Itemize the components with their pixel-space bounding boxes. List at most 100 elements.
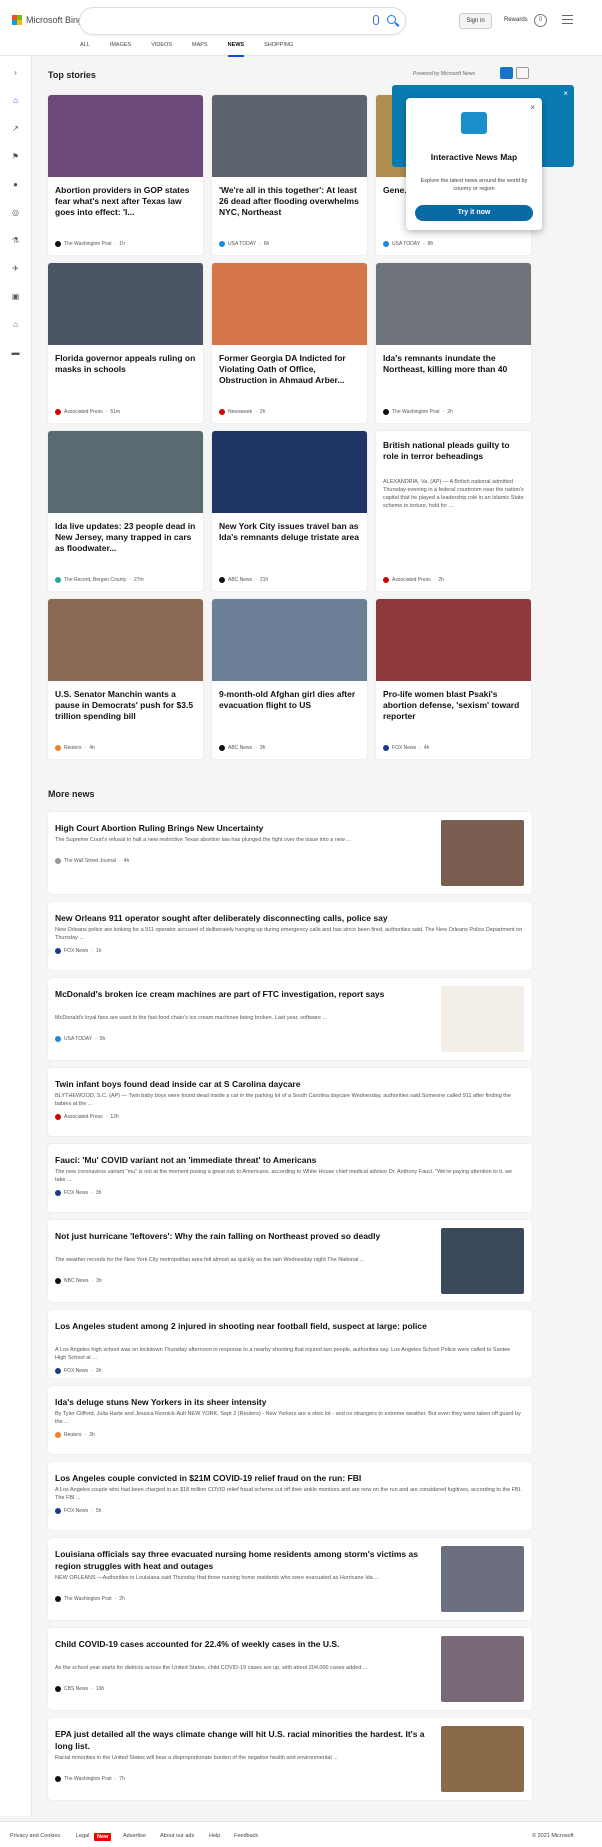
news-thumbnail[interactable] [441, 986, 524, 1052]
story-card[interactable]: Abortion providers in GOP states fear wh… [48, 95, 203, 255]
story-title[interactable]: 9-month-old Afghan girl dies after evacu… [219, 689, 361, 711]
story-title[interactable]: New York City issues travel ban as Ida's… [219, 521, 361, 543]
more-news-heading: More news [48, 789, 95, 799]
tab-shopping[interactable]: SHOPPING [264, 40, 293, 50]
technology-icon[interactable]: ✈ [11, 264, 20, 273]
news-list-item[interactable]: Louisiana officials say three evacuated … [48, 1538, 532, 1620]
rewards-medal-icon[interactable]: 0 [534, 14, 547, 27]
tab-videos[interactable]: VIDEOS [151, 40, 172, 50]
source-name: The Washington Post [64, 1776, 112, 1782]
story-title[interactable]: Former Georgia DA Indicted for Violating… [219, 353, 361, 386]
news-list-item[interactable]: Los Angeles student among 2 injured in s… [48, 1310, 532, 1378]
story-card[interactable]: Pro-life women blast Psaki's abortion de… [376, 599, 531, 759]
politics-icon[interactable]: ⌂ [11, 320, 20, 329]
feedback-link[interactable]: Feedback [234, 1833, 258, 1839]
story-title[interactable]: U.S. Senator Manchin wants a pause in De… [55, 689, 197, 722]
science-icon[interactable]: ⚗ [11, 236, 20, 245]
advertise-link[interactable]: Advertise [123, 1833, 146, 1839]
story-title[interactable]: Pro-life women blast Psaki's abortion de… [383, 689, 525, 722]
news-title[interactable]: Twin infant boys found dead inside car a… [55, 1078, 523, 1090]
source-time: 3h [89, 1432, 95, 1438]
news-title[interactable]: Fauci: 'Mu' COVID variant not an 'immedi… [55, 1154, 523, 1166]
try-it-now-button[interactable]: Try it now [415, 205, 533, 221]
search-input[interactable] [80, 8, 405, 34]
news-title[interactable]: Los Angeles student among 2 injured in s… [55, 1320, 523, 1332]
news-thumbnail[interactable] [441, 820, 524, 886]
source-time: 6h [263, 241, 270, 247]
sign-in-button[interactable]: Sign in [459, 13, 492, 29]
news-source: CBS News · 10h [55, 1686, 104, 1692]
grid-view-icon[interactable] [500, 67, 513, 79]
money-icon[interactable]: ▬ [11, 348, 20, 357]
map-view-icon[interactable] [516, 67, 529, 79]
story-title[interactable]: 'We're all in this together': At least 2… [219, 185, 361, 218]
bing-logo[interactable]: Microsoft Bing [12, 15, 83, 25]
world-icon[interactable]: ◎ [11, 208, 20, 217]
news-list-item[interactable]: McDonald's broken ice cream machines are… [48, 978, 532, 1060]
news-title[interactable]: Ida's deluge stuns New Yorkers in its sh… [55, 1396, 523, 1408]
news-title[interactable]: McDonald's broken ice cream machines are… [55, 988, 425, 1000]
news-list-item[interactable]: EPA just detailed all the ways climate c… [48, 1718, 532, 1800]
story-card[interactable]: Ida live updates: 23 people dead in New … [48, 431, 203, 591]
tab-all[interactable]: ALL [80, 40, 90, 50]
flag-icon[interactable]: ⚑ [11, 152, 20, 161]
publisher-logo-icon [55, 1368, 61, 1374]
news-list-item[interactable]: Fauci: 'Mu' COVID variant not an 'immedi… [48, 1144, 532, 1212]
news-thumbnail[interactable] [441, 1726, 524, 1792]
news-title[interactable]: High Court Abortion Ruling Brings New Un… [55, 822, 425, 834]
story-card[interactable]: New York City issues travel ban as Ida's… [212, 431, 367, 591]
close-promo-icon[interactable]: × [563, 89, 568, 98]
rewards-link[interactable]: Rewards [504, 17, 528, 23]
help-link[interactable]: Help [209, 1833, 220, 1839]
trending-icon[interactable]: ↗ [11, 124, 20, 133]
story-card[interactable]: Former Georgia DA Indicted for Violating… [212, 263, 367, 423]
source-name: ABC News [228, 745, 253, 751]
menu-icon[interactable] [562, 15, 573, 24]
news-list-item[interactable]: High Court Abortion Ruling Brings New Un… [48, 812, 532, 894]
news-list-item[interactable]: New Orleans 911 operator sought after de… [48, 902, 532, 970]
close-icon[interactable]: × [530, 103, 535, 112]
source-name: USA TODAY [64, 1036, 93, 1042]
news-list-item[interactable]: Child COVID-19 cases accounted for 22.4%… [48, 1628, 532, 1710]
news-title[interactable]: Louisiana officials say three evacuated … [55, 1548, 425, 1572]
home-icon[interactable]: ⌂ [11, 96, 20, 105]
news-title[interactable]: Child COVID-19 cases accounted for 22.4%… [55, 1638, 425, 1650]
news-title[interactable]: Los Angeles couple convicted in $21M COV… [55, 1472, 523, 1484]
story-card[interactable]: 'We're all in this together': At least 2… [212, 95, 367, 255]
news-list-item[interactable]: Twin infant boys found dead inside car a… [48, 1068, 532, 1136]
news-thumbnail[interactable] [441, 1228, 524, 1294]
story-card[interactable]: U.S. Senator Manchin wants a pause in De… [48, 599, 203, 759]
entertainment-icon[interactable]: ▣ [11, 292, 20, 301]
privacy-link[interactable]: Privacy and Cookies [10, 1833, 60, 1839]
search-icon[interactable] [387, 15, 396, 24]
news-source: Reuters · 3h [55, 1432, 95, 1438]
news-list-item[interactable]: Ida's deluge stuns New Yorkers in its sh… [48, 1386, 532, 1454]
about-ads-link[interactable]: About our ads [160, 1833, 194, 1839]
source-name: CBS News [64, 1686, 89, 1692]
story-title[interactable]: Abortion providers in GOP states fear wh… [55, 185, 197, 218]
news-title[interactable]: New Orleans 911 operator sought after de… [55, 912, 523, 924]
story-title[interactable]: British national pleads guilty to role i… [383, 440, 525, 462]
microphone-icon[interactable] [373, 15, 379, 25]
story-card[interactable]: Ida's remnants inundate the Northeast, k… [376, 263, 531, 423]
publisher-logo-icon [383, 409, 389, 415]
story-card[interactable]: Florida governor appeals ruling on masks… [48, 263, 203, 423]
story-title[interactable]: Florida governor appeals ruling on masks… [55, 353, 197, 375]
tab-maps[interactable]: MAPS [192, 40, 208, 50]
news-thumbnail[interactable] [441, 1546, 524, 1612]
legal-link[interactable]: Legal [76, 1833, 89, 1839]
location-icon[interactable]: ● [11, 180, 20, 189]
news-thumbnail[interactable] [441, 1636, 524, 1702]
story-card[interactable]: 9-month-old Afghan girl dies after evacu… [212, 599, 367, 759]
tab-images[interactable]: IMAGES [110, 40, 131, 50]
expand-rail-icon[interactable]: › [11, 68, 20, 77]
news-list-item[interactable]: Not just hurricane 'leftovers': Why the … [48, 1220, 532, 1302]
story-title[interactable]: Ida's remnants inundate the Northeast, k… [383, 353, 525, 375]
news-title[interactable]: Not just hurricane 'leftovers': Why the … [55, 1230, 425, 1242]
story-card[interactable]: British national pleads guilty to role i… [376, 431, 531, 591]
news-source: The Washington Post · 2h [55, 1596, 125, 1602]
news-title[interactable]: EPA just detailed all the ways climate c… [55, 1728, 425, 1752]
news-list-item[interactable]: Los Angeles couple convicted in $21M COV… [48, 1462, 532, 1530]
story-title[interactable]: Ida live updates: 23 people dead in New … [55, 521, 197, 554]
tab-news[interactable]: NEWS [227, 40, 244, 57]
